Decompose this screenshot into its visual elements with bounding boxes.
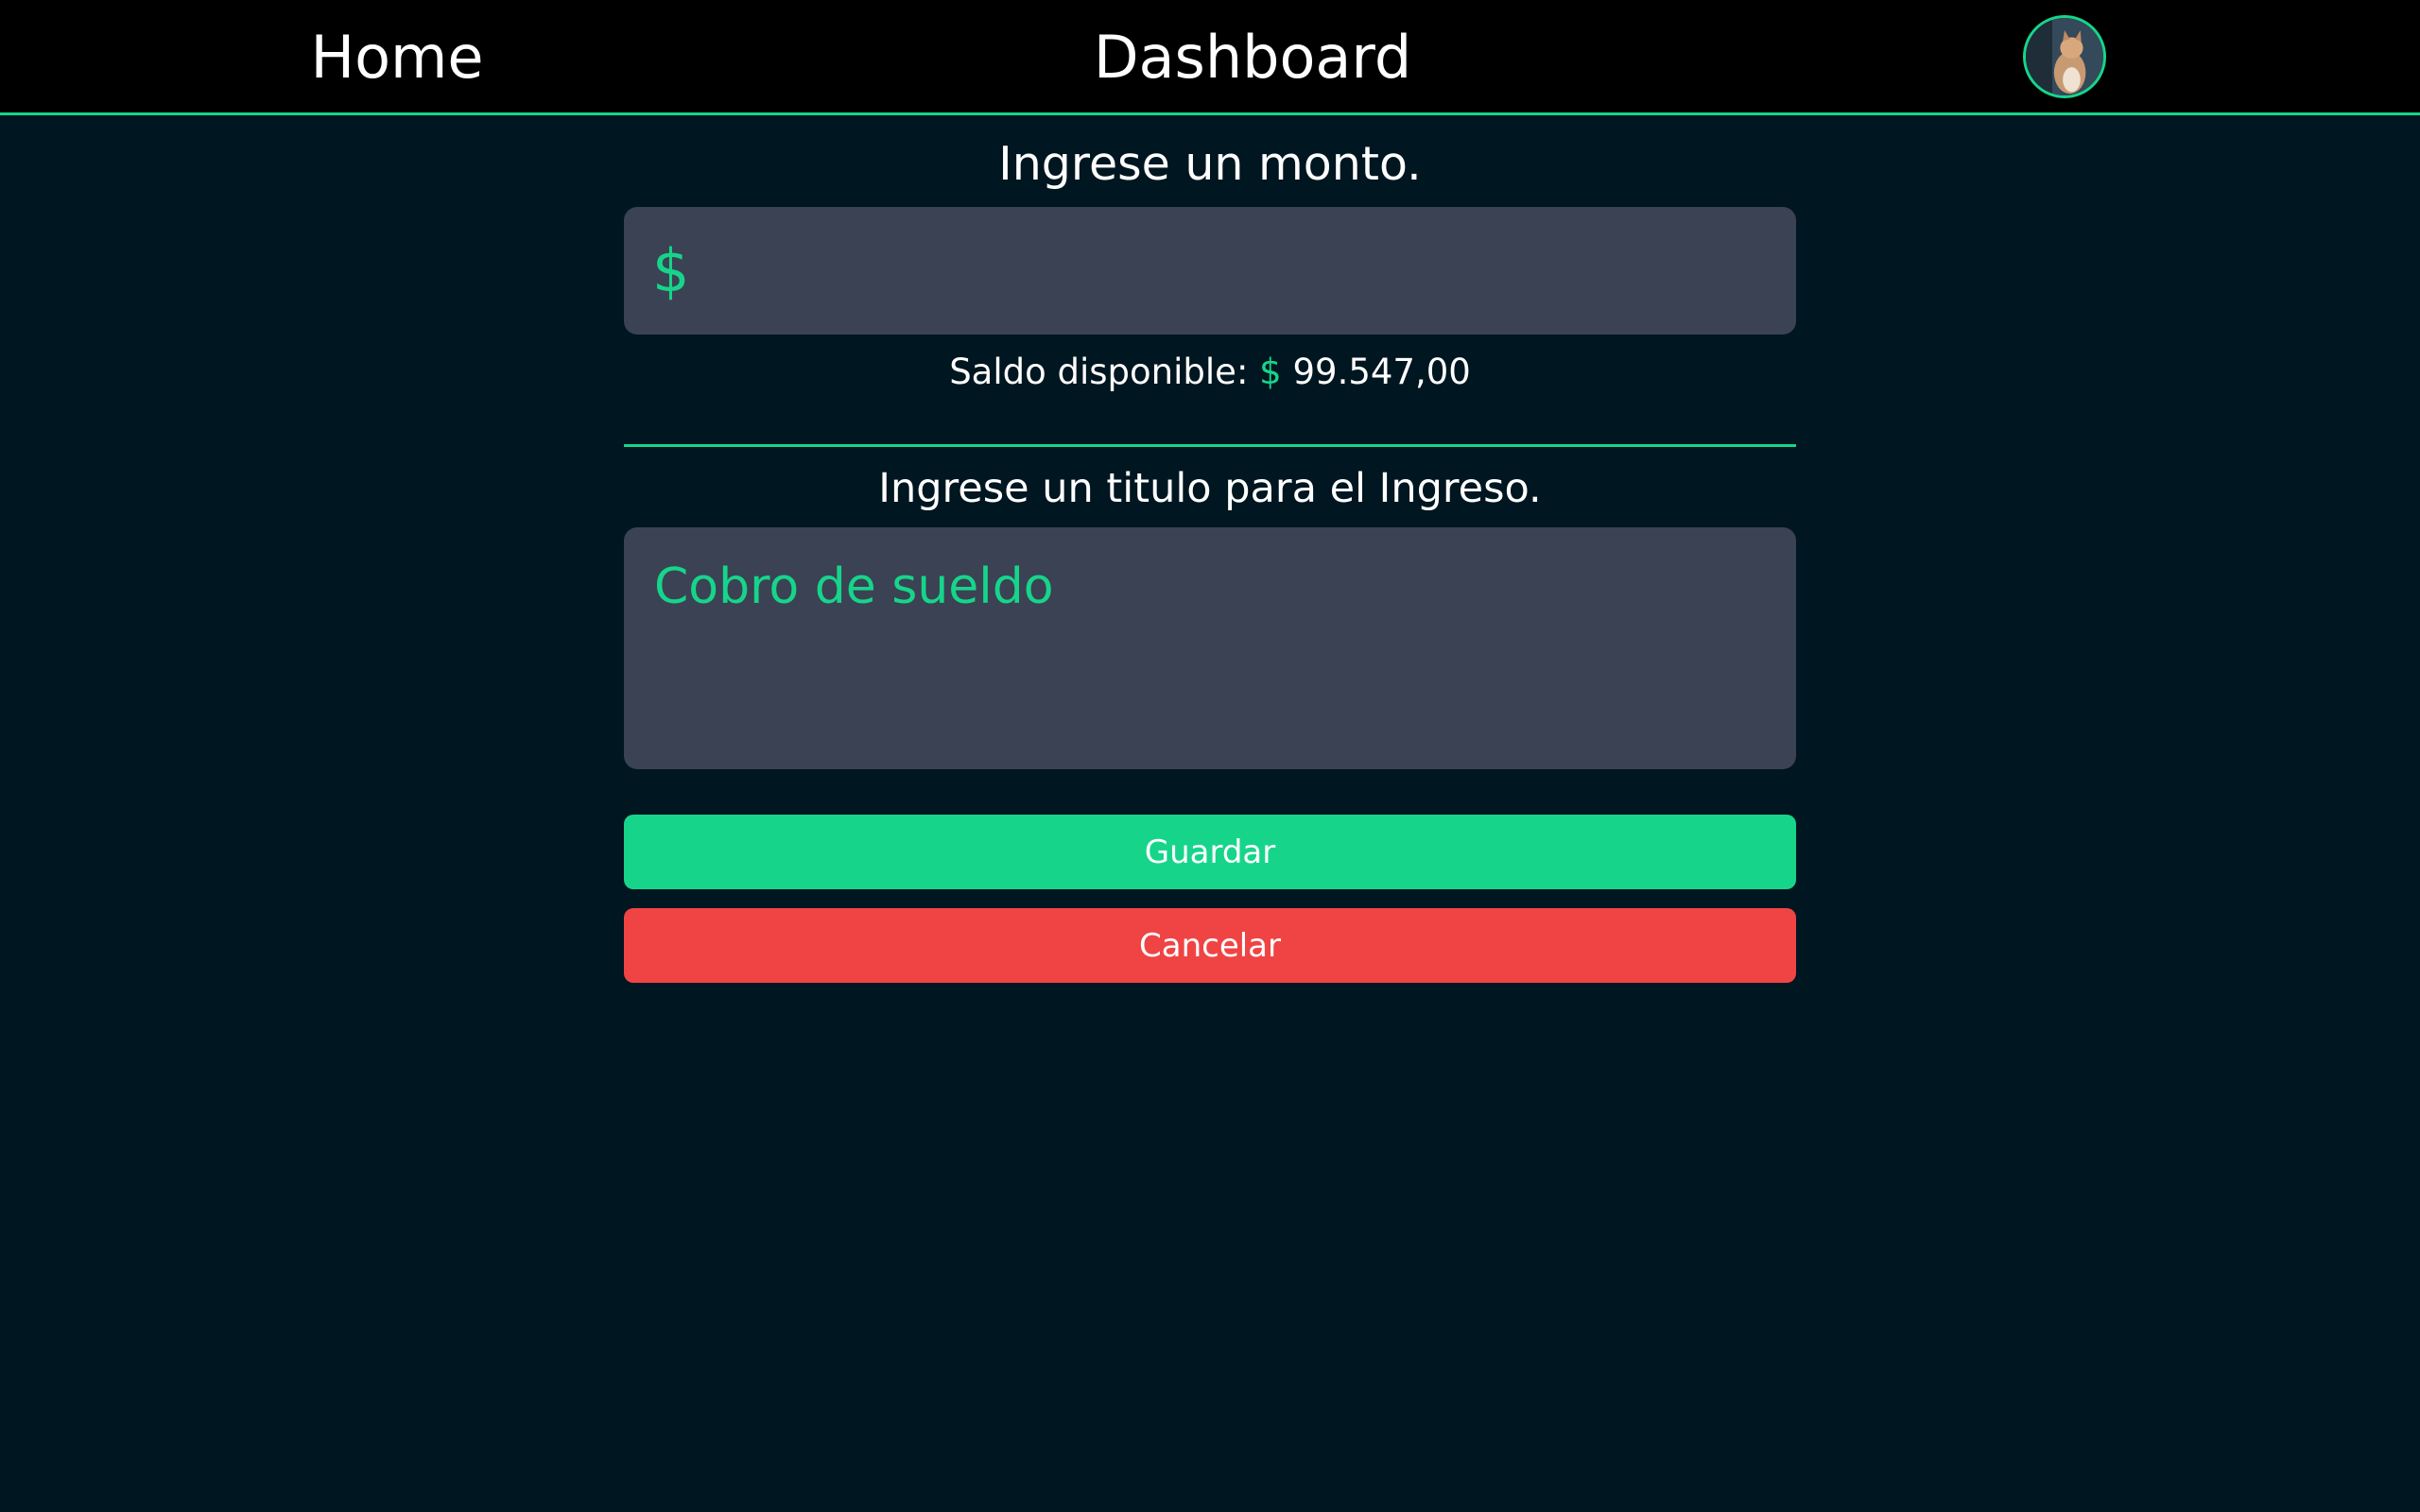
balance-label: Saldo disponible: <box>949 352 1249 392</box>
title-input-text: Cobro de sueldo <box>654 558 1054 615</box>
title-heading: Ingrese un titulo para el Ingreso. <box>878 465 1542 512</box>
amount-heading: Ingrese un monto. <box>998 137 1422 191</box>
nav-dashboard-link[interactable]: Dashboard <box>1068 0 1437 113</box>
amount-field[interactable]: $ <box>624 207 1796 335</box>
top-navbar: Home Dashboard <box>0 0 2420 115</box>
cancel-button[interactable]: Cancelar <box>624 908 1796 983</box>
nav-home-link[interactable]: Home <box>284 0 510 113</box>
amount-input[interactable] <box>689 207 1796 335</box>
balance-value: 99.547,00 <box>1292 352 1471 392</box>
section-divider <box>624 444 1796 447</box>
avatar-photo-icon <box>2026 18 2103 95</box>
user-avatar[interactable] <box>2023 15 2106 98</box>
available-balance: Saldo disponible: $ 99.547,00 <box>624 348 1796 397</box>
balance-currency: $ <box>1259 352 1282 392</box>
amount-currency-prefix: $ <box>652 236 690 305</box>
save-button[interactable]: Guardar <box>624 815 1796 889</box>
title-textarea[interactable]: Cobro de sueldo <box>624 527 1796 769</box>
